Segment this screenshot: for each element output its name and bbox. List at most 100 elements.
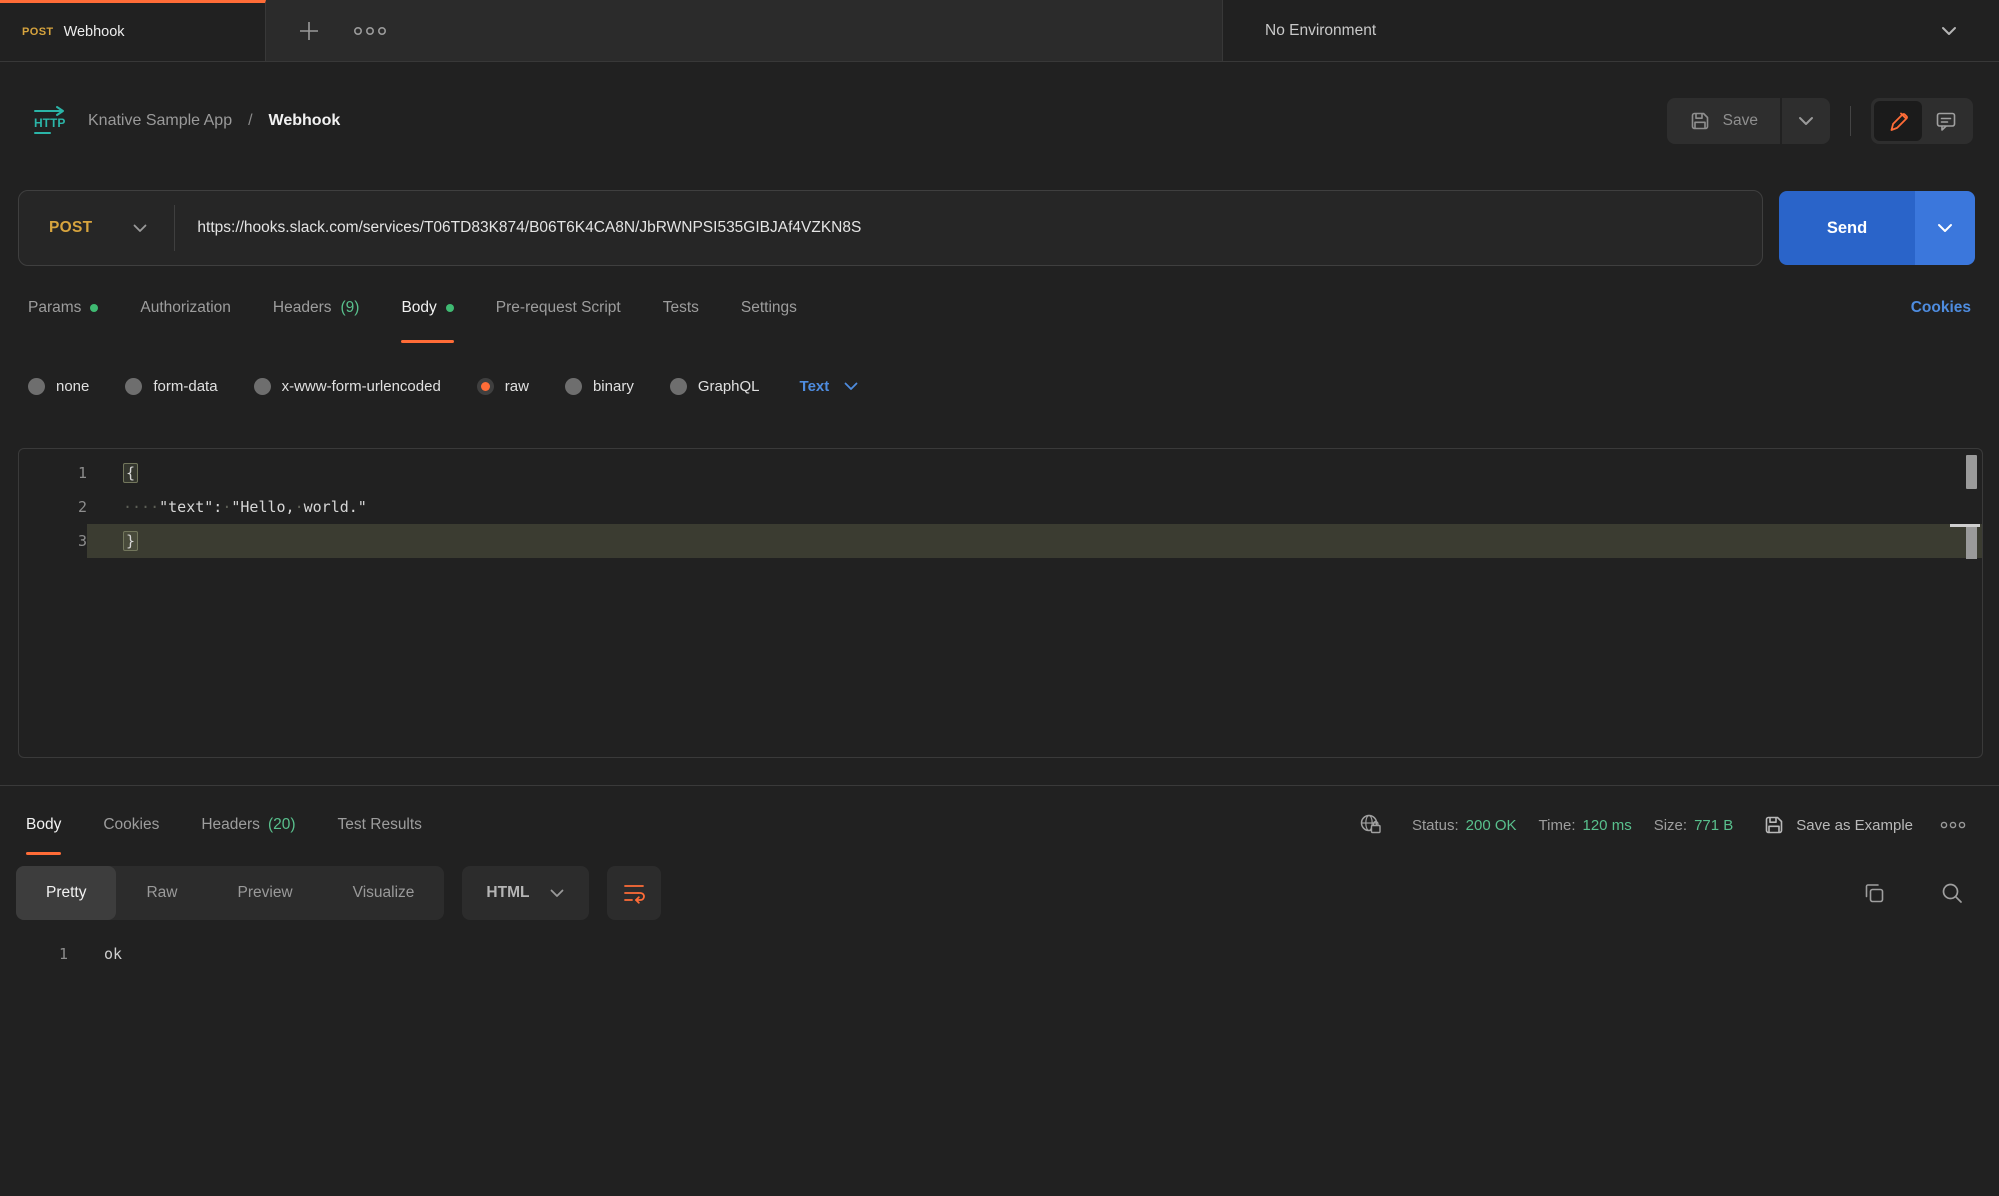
new-tab-button[interactable] [288, 10, 330, 52]
view-raw[interactable]: Raw [116, 866, 207, 920]
tab-label: Pre-request Script [496, 299, 621, 317]
url-row: POST Send [0, 190, 1999, 266]
save-as-example-button[interactable]: Save as Example [1763, 814, 1913, 836]
radio-x-www-form-urlencoded[interactable]: x-www-form-urlencoded [254, 378, 441, 395]
send-button[interactable]: Send [1779, 191, 1915, 265]
size-pair: Size: 771 B [1654, 817, 1734, 834]
response-tabs: Body Cookies Headers (20) Test Results [26, 786, 422, 864]
chevron-down-icon [1797, 115, 1815, 127]
tab-headers[interactable]: Headers (9) [273, 266, 360, 350]
tab-settings[interactable]: Settings [741, 266, 797, 350]
line-number: 1 [0, 938, 68, 970]
save-icon [1763, 814, 1785, 836]
radio-raw[interactable]: raw [477, 378, 529, 395]
raw-format-selector[interactable]: Text [800, 378, 860, 395]
search-response-button[interactable] [1935, 876, 1969, 910]
radio-label: GraphQL [698, 378, 760, 395]
http-request-icon: HTTP [30, 105, 72, 137]
response-format-label: HTML [486, 884, 529, 902]
headers-count: (9) [340, 299, 359, 317]
edit-mode-button[interactable] [1874, 101, 1922, 141]
response-tab-headers[interactable]: Headers (20) [201, 786, 295, 864]
code-line[interactable]: 1{ [19, 456, 1982, 490]
tab-label: Headers [201, 816, 260, 834]
save-options-button[interactable] [1782, 98, 1830, 144]
view-preview[interactable]: Preview [208, 866, 323, 920]
tab-pre-request-script[interactable]: Pre-request Script [496, 266, 621, 350]
response-body-viewer[interactable]: 1 ok [0, 938, 1999, 970]
request-body-editor[interactable]: 1{2····"text":·"Hello,·world."3} [18, 448, 1983, 758]
code-line[interactable]: 2····"text":·"Hello,·world." [19, 490, 1982, 524]
status-pair: Status: 200 OK [1412, 817, 1517, 834]
view-visualize[interactable]: Visualize [323, 866, 445, 920]
breadcrumb-request-name[interactable]: Webhook [269, 112, 341, 130]
response-tab-cookies[interactable]: Cookies [103, 786, 159, 864]
method-selector[interactable]: POST [19, 219, 174, 237]
status-label: Status: [1412, 817, 1459, 834]
send-options-button[interactable] [1915, 191, 1975, 265]
response-tab-test-results[interactable]: Test Results [338, 786, 422, 864]
radio-form-data[interactable]: form-data [125, 378, 217, 395]
radio-graphql[interactable]: GraphQL [670, 378, 760, 395]
request-header: HTTP Knative Sample App / Webhook Save [0, 62, 1999, 162]
breadcrumb-collection[interactable]: Knative Sample App [88, 112, 232, 130]
tab-authorization[interactable]: Authorization [140, 266, 230, 350]
save-button-label: Save [1723, 112, 1758, 130]
tab-label: Settings [741, 299, 797, 317]
wrap-lines-button[interactable] [607, 866, 661, 920]
response-headers-count: (20) [268, 816, 296, 834]
environment-selector[interactable]: No Environment [1222, 0, 1999, 61]
copy-response-button[interactable] [1857, 876, 1891, 910]
response-header: Body Cookies Headers (20) Test Results [0, 786, 1999, 864]
wrap-text-icon [621, 880, 647, 906]
tab-label: Params [28, 299, 81, 317]
radio-label: x-www-form-urlencoded [282, 378, 441, 395]
tab-tests[interactable]: Tests [663, 266, 699, 350]
url-input[interactable] [175, 191, 1762, 265]
url-bar: POST [18, 190, 1763, 266]
radio-icon [125, 378, 142, 395]
line-content: { [87, 456, 1982, 490]
radio-binary[interactable]: binary [565, 378, 634, 395]
line-content: } [87, 524, 1982, 558]
tab-body[interactable]: Body [401, 266, 453, 350]
tab-bar: POST Webhook No Environment [0, 0, 1999, 62]
radio-icon [670, 378, 687, 395]
save-button-group: Save [1667, 98, 1830, 144]
globe-lock-icon [1358, 812, 1386, 838]
editor-scrollbar-thumb[interactable] [1966, 455, 1977, 489]
line-number: 2 [19, 490, 87, 524]
breadcrumb-separator: / [248, 112, 252, 130]
cookies-link[interactable]: Cookies [1911, 299, 1971, 317]
breadcrumb: HTTP Knative Sample App / Webhook [30, 105, 340, 137]
response-options-button[interactable] [1933, 814, 1973, 836]
tab-params[interactable]: Params [28, 266, 98, 350]
network-info-button[interactable] [1354, 808, 1390, 842]
request-tab[interactable]: POST Webhook [0, 0, 266, 61]
radio-none[interactable]: none [28, 378, 89, 395]
response-tab-body[interactable]: Body [26, 786, 61, 864]
editor-lines[interactable]: 1{2····"text":·"Hello,·world."3} [19, 456, 1982, 558]
copy-icon [1861, 880, 1887, 906]
line-content: ····"text":·"Hello,·world." [87, 490, 1982, 524]
tab-label: Test Results [338, 816, 422, 834]
environment-label: No Environment [1265, 22, 1376, 40]
tab-label: Authorization [140, 299, 230, 317]
chevron-down-icon [1939, 24, 1959, 38]
search-icon [1939, 880, 1965, 906]
tab-label: Headers [273, 299, 332, 317]
save-button[interactable]: Save [1667, 98, 1780, 144]
tab-options-button[interactable] [344, 17, 396, 45]
chevron-down-icon [549, 888, 565, 899]
plus-icon [296, 18, 322, 44]
line-number: 1 [19, 456, 87, 490]
view-pretty[interactable]: Pretty [16, 866, 116, 920]
radio-label: form-data [153, 378, 217, 395]
radio-icon [28, 378, 45, 395]
response-format-selector[interactable]: HTML [462, 866, 589, 920]
divider [1850, 106, 1851, 136]
tab-strip [266, 0, 1222, 61]
radio-icon-selected [477, 378, 494, 395]
comments-button[interactable] [1922, 101, 1970, 141]
code-line[interactable]: 3} [19, 524, 1982, 558]
